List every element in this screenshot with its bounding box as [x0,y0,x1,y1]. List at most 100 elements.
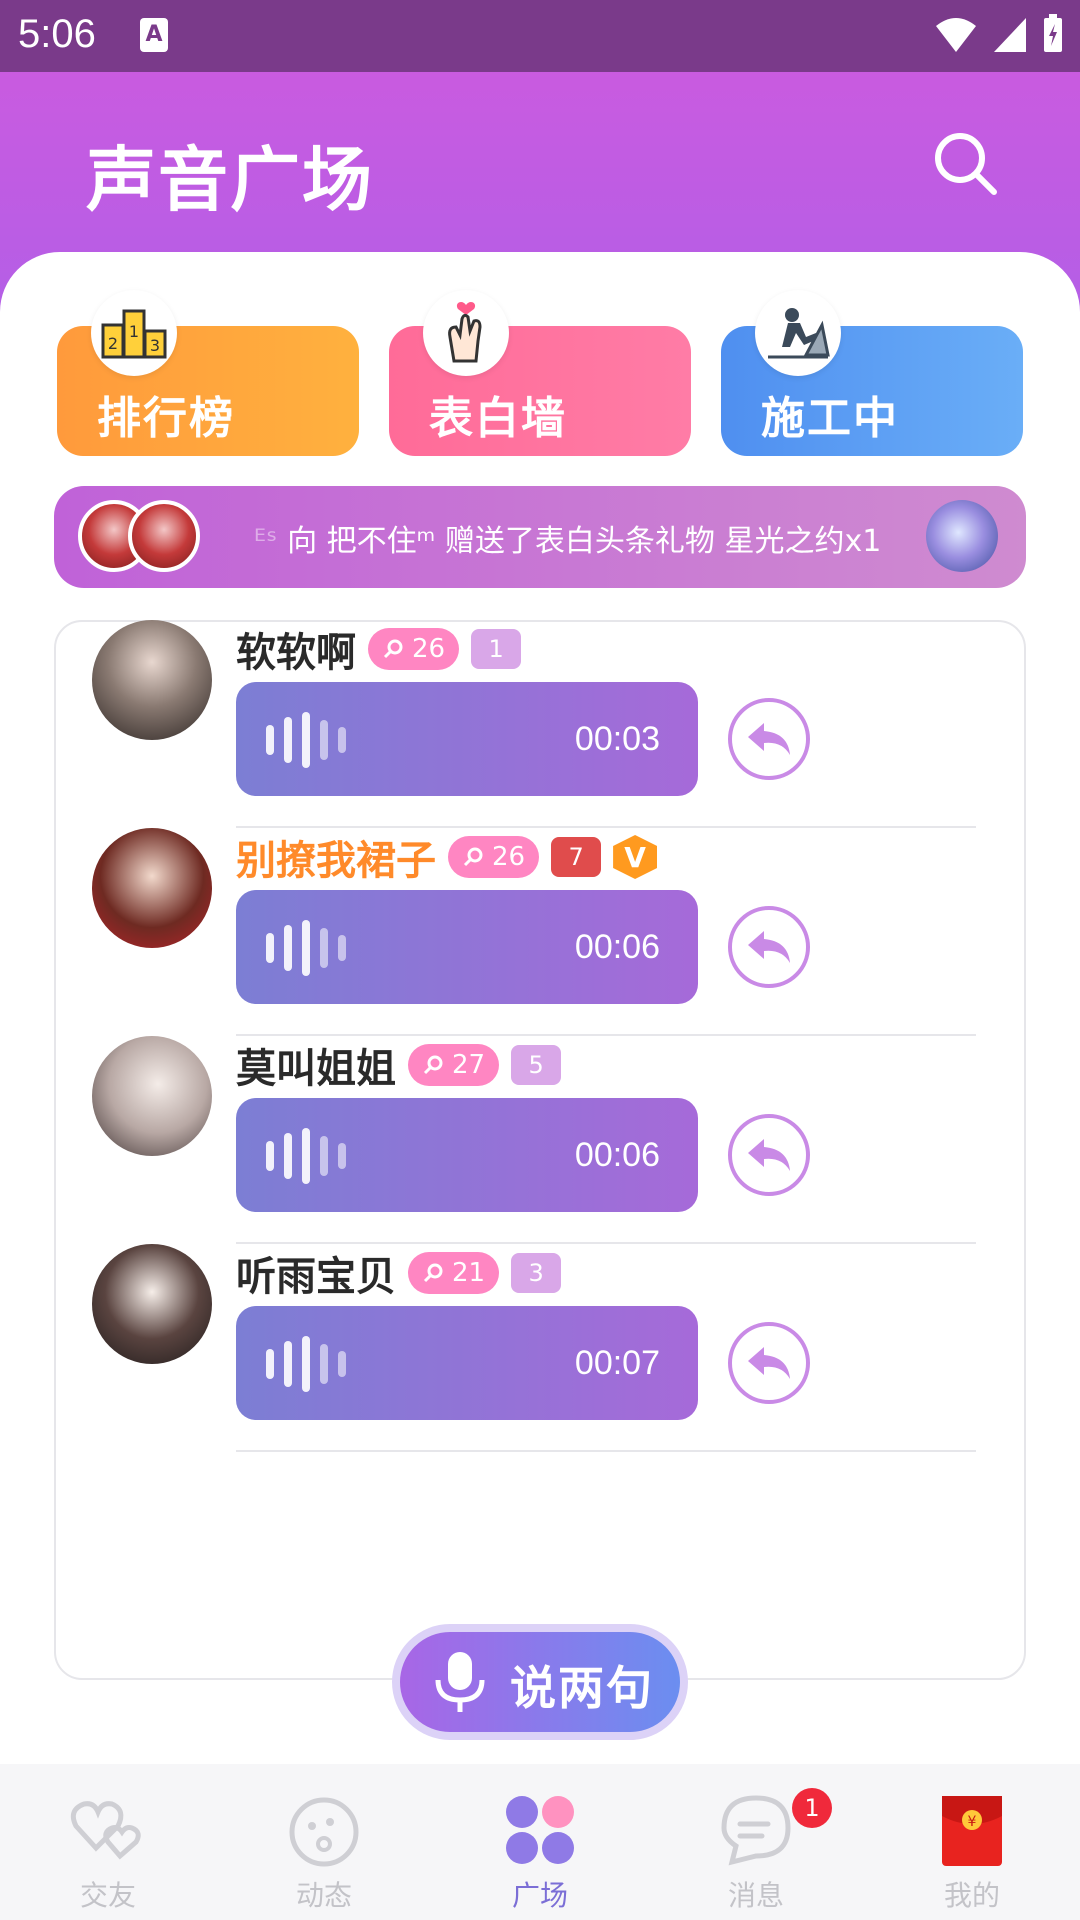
gift-ticker[interactable]: ᴱˢ 向 把不住ᵐ 赠送了表白头条礼物 星光之约x1 [54,486,1026,588]
status-bar: 5:06 A [0,0,1080,72]
category-label: 排行榜 [97,393,235,444]
svg-text:1: 1 [129,322,139,341]
face-icon [289,1797,359,1867]
level-badge: 26 [368,628,460,670]
ticker-text: 向 把不住ᵐ 赠送了表白头条礼物 星光之约x1 [287,524,882,559]
level-value: 27 [452,1050,486,1080]
speak-button-label: 说两句 [510,1661,654,1715]
system-icons [934,14,1064,54]
post-user-info: 别撩我裙子 26 7 V [236,828,658,886]
level-value: 21 [452,1258,486,1288]
avatar[interactable] [92,1036,212,1156]
tab-moments[interactable]: 动态 [216,1764,432,1920]
status-time: 5:06 [18,12,96,56]
svg-text:2: 2 [108,334,118,353]
level-value: 26 [412,634,446,664]
page-title: 声音广场 [86,139,374,221]
reply-button[interactable] [728,1114,810,1196]
notification-a-icon: A [140,18,168,52]
avatar[interactable] [92,1244,212,1364]
level-badge: 26 [448,836,540,878]
reply-icon [748,1139,790,1171]
tab-label: 动态 [295,1879,352,1912]
voice-duration: 00:07 [574,1344,660,1382]
level-badge: 27 [408,1044,500,1086]
tab-messages[interactable]: 1 消息 [648,1764,864,1920]
gift-avatar [926,500,998,572]
chat-icon [721,1795,791,1866]
avatar [128,500,200,572]
post-item: 听雨宝贝 21 3 00:07 [56,1244,1028,1498]
reply-button[interactable] [728,906,810,988]
tab-label: 消息 [727,1879,784,1912]
post-user-info: 莫叫姐姐 27 5 [236,1036,562,1094]
username[interactable]: 软软啊 [236,620,356,678]
main-content: 2 1 3 排行榜 表白墙 施工中 ᴱˢ 向 把不住ᵐ 赠送了表白头条礼物 星光… [0,252,1080,1764]
username[interactable]: 莫叫姐姐 [236,1036,396,1094]
reply-button[interactable] [728,698,810,780]
voice-message-player[interactable]: 00:07 [236,1306,698,1420]
waveform-icon [266,1336,346,1392]
avatar[interactable] [92,620,212,740]
rank-badge: 3 [511,1253,562,1293]
level-badge: 21 [408,1252,500,1294]
heart-finger-icon [423,290,509,376]
level-value: 26 [492,842,526,872]
tab-square[interactable]: 广场 [432,1764,648,1920]
rank-badge: 5 [511,1045,562,1085]
voice-message-player[interactable]: 00:03 [236,682,698,796]
reply-icon [748,723,790,755]
gender-female-icon [423,1055,443,1075]
category-label: 表白墙 [429,393,567,444]
avatar[interactable] [92,828,212,948]
post-user-info: 软软啊 26 1 [236,620,522,678]
post-user-info: 听雨宝贝 21 3 [236,1244,562,1302]
tab-friends[interactable]: 交友 [0,1764,216,1920]
waveform-icon [266,712,346,768]
hearts-icon [70,1801,141,1860]
grid-bubbles-icon [506,1796,574,1864]
username[interactable]: 别撩我裙子 [236,828,436,886]
voice-message-player[interactable]: 00:06 [236,890,698,1004]
gender-female-icon [383,639,403,659]
vip-badge: V [613,835,658,879]
category-under-construction[interactable]: 施工中 [721,290,1023,456]
voice-duration: 00:03 [574,720,660,758]
voice-duration: 00:06 [574,1136,660,1174]
battery-icon [1044,14,1062,52]
reply-icon [748,931,790,963]
gender-female-icon [423,1263,443,1283]
signal-icon [994,18,1026,52]
bottom-tab-bar: 交友 动态 广场 1 消息 ¥ 我的 [0,1764,1080,1920]
category-ranking[interactable]: 2 1 3 排行榜 [57,290,359,456]
speak-button[interactable]: 说两句 [392,1624,688,1740]
tab-label: 交友 [79,1879,136,1912]
tab-mine[interactable]: ¥ 我的 [864,1764,1080,1920]
voice-message-player[interactable]: 00:06 [236,1098,698,1212]
reply-icon [748,1347,790,1379]
red-envelope-icon: ¥ [942,1796,1002,1866]
gender-female-icon [463,847,483,867]
waveform-icon [266,920,346,976]
voice-feed: 软软啊 26 1 00:03 别撩我裙子 26 7 V 00:06 莫叫姐姐 27 5 00:06 听雨宝… [54,620,1026,1680]
microphone-icon [435,1652,485,1712]
username[interactable]: 听雨宝贝 [236,1244,396,1302]
voice-duration: 00:06 [574,928,660,966]
ticker-fade-text: ᴱˢ [254,524,278,559]
rank-badge: 1 [471,629,522,669]
waveform-icon [266,1128,346,1184]
tab-label: 广场 [511,1879,568,1912]
wifi-icon [936,18,976,52]
reply-button[interactable] [728,1322,810,1404]
ticker-message: ᴱˢ 向 把不住ᵐ 赠送了表白头条礼物 星光之约x1 [254,516,881,560]
unread-badge: 1 [792,1788,832,1828]
construction-icon [755,290,841,376]
tab-label: 我的 [943,1879,1000,1912]
category-label: 施工中 [761,393,899,444]
svg-text:¥: ¥ [968,1814,977,1830]
divider [236,1450,976,1452]
ticker-avatars [78,500,206,574]
category-confession-wall[interactable]: 表白墙 [389,290,691,456]
rank-badge: 7 [551,837,602,877]
search-icon[interactable] [930,128,1000,198]
